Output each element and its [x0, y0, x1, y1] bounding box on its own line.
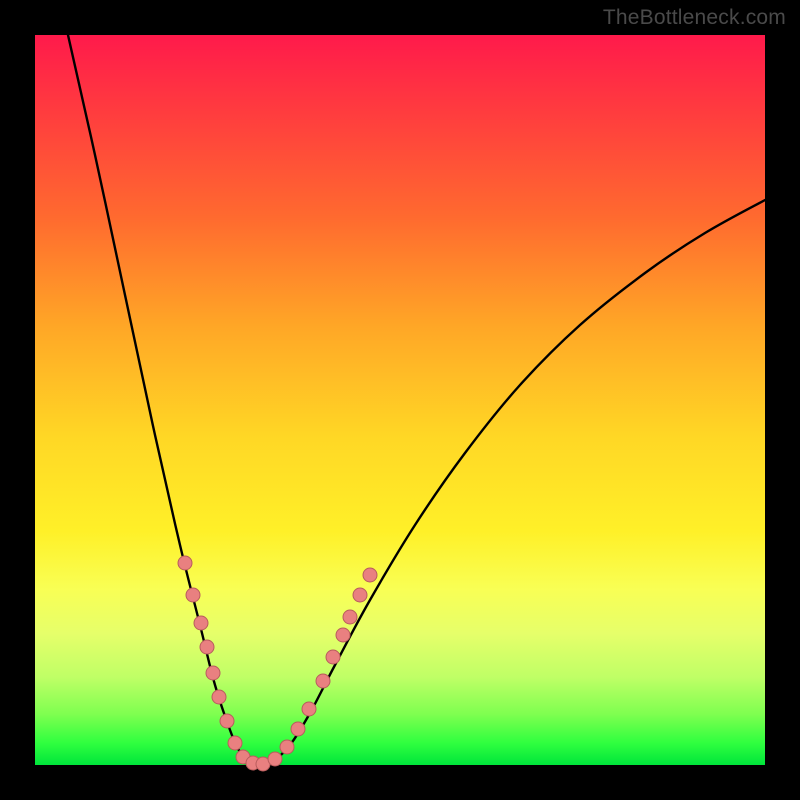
curve-marker: [178, 556, 192, 570]
curve-marker: [228, 736, 242, 750]
curve-marker: [194, 616, 208, 630]
chart-container: TheBottleneck.com: [0, 0, 800, 800]
v-curve-line: [68, 35, 765, 764]
curve-marker: [363, 568, 377, 582]
watermark-text: TheBottleneck.com: [603, 6, 786, 30]
curve-marker: [200, 640, 214, 654]
curve-marker: [268, 752, 282, 766]
curve-marker: [186, 588, 200, 602]
plot-area: [35, 35, 765, 765]
curve-marker: [353, 588, 367, 602]
curve-marker: [291, 722, 305, 736]
curve-marker: [343, 610, 357, 624]
curve-marker: [280, 740, 294, 754]
curve-marker: [212, 690, 226, 704]
curve-markers: [178, 556, 377, 771]
curve-marker: [316, 674, 330, 688]
curve-marker: [302, 702, 316, 716]
chart-svg: [35, 35, 765, 765]
curve-marker: [336, 628, 350, 642]
curve-marker: [326, 650, 340, 664]
curve-marker: [206, 666, 220, 680]
curve-marker: [220, 714, 234, 728]
